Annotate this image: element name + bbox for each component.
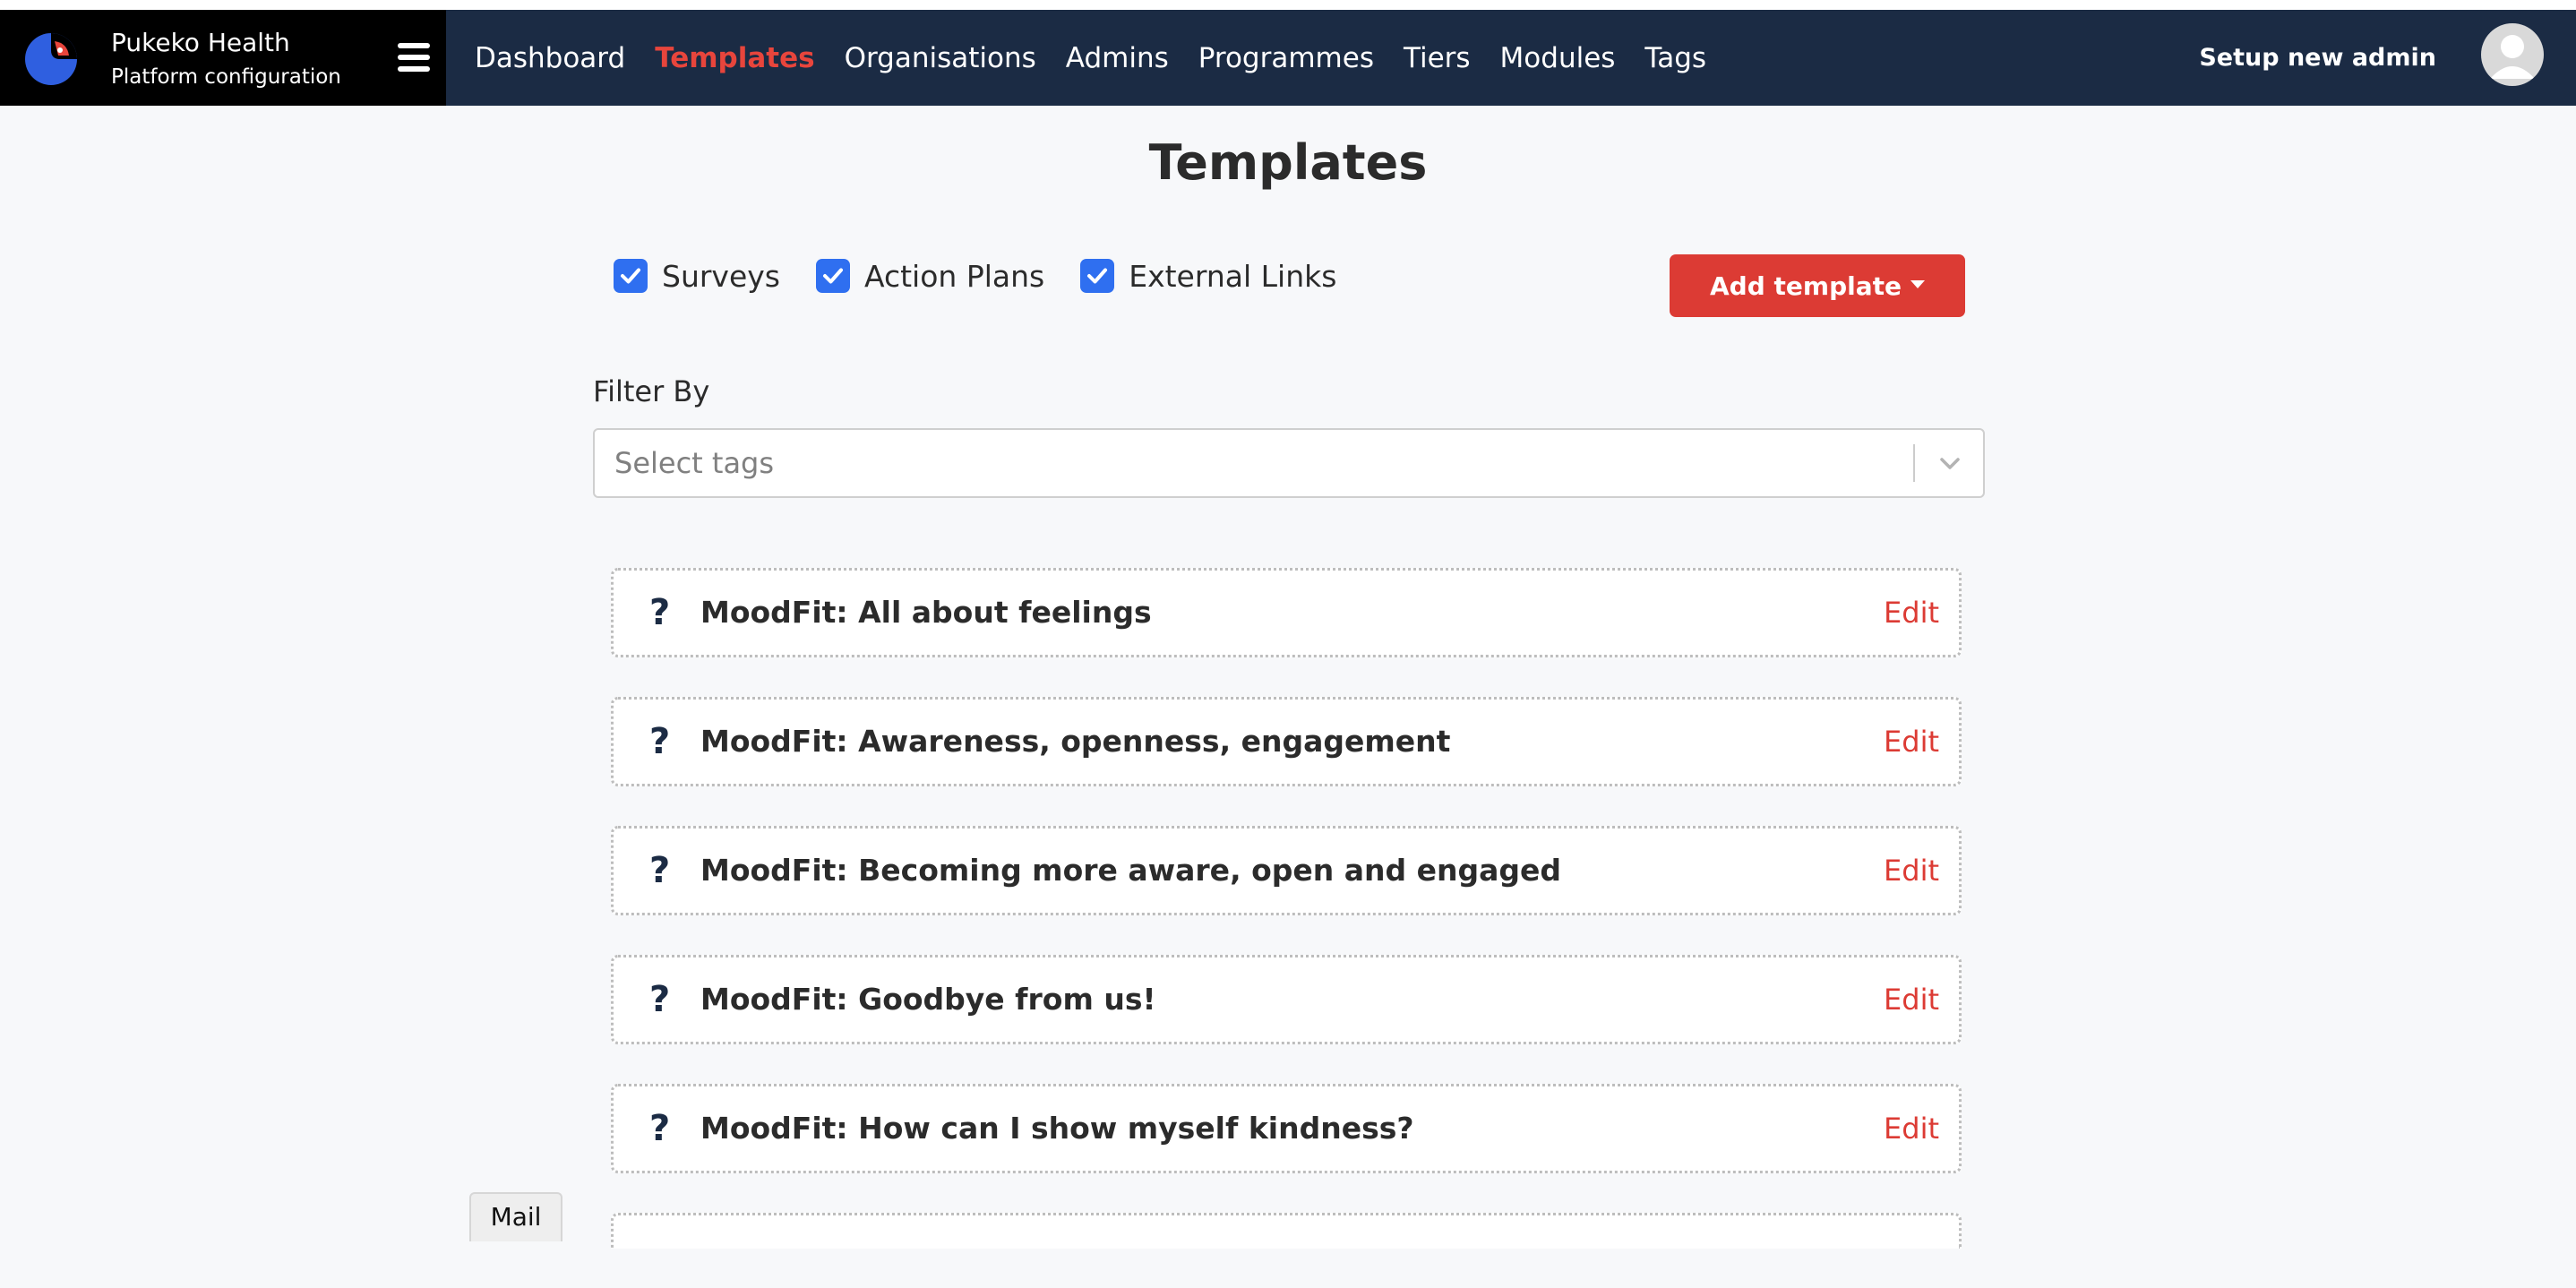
- template-title: MoodFit: Becoming more aware, open and e…: [700, 853, 1562, 888]
- template-title: MoodFit: Goodbye from us!: [700, 982, 1156, 1017]
- checkbox-checked-icon[interactable]: [815, 259, 850, 293]
- template-list-item: ? MoodFit: How can I show myself kindnes…: [611, 1084, 1962, 1173]
- template-list-item-partial: [611, 1213, 1962, 1249]
- filter-action-plans-label: Action Plans: [863, 258, 1045, 294]
- type-filter-checkboxes: Surveys Action Plans External Links: [614, 255, 1372, 296]
- edit-template-link[interactable]: Edit: [1884, 957, 1939, 1042]
- template-list-item: ? MoodFit: Awareness, openness, engageme…: [611, 697, 1962, 786]
- nav-link-tiers[interactable]: Tiers: [1404, 42, 1471, 74]
- user-avatar-icon[interactable]: [2481, 23, 2544, 86]
- brand-subtitle: Platform configuration: [111, 65, 341, 89]
- filter-action-plans-checkbox[interactable]: Action Plans: [815, 258, 1045, 294]
- nav-link-admins[interactable]: Admins: [1066, 42, 1169, 74]
- survey-question-icon: ?: [649, 592, 671, 633]
- filter-surveys-checkbox[interactable]: Surveys: [614, 259, 780, 294]
- top-strip: [0, 0, 2576, 10]
- template-list: ? MoodFit: All about feelings Edit ? Moo…: [611, 568, 1965, 1288]
- add-template-button[interactable]: Add template: [1670, 254, 1965, 317]
- add-template-label: Add template: [1710, 270, 1902, 301]
- hamburger-menu-icon[interactable]: [394, 39, 434, 75]
- survey-question-icon: ?: [649, 1108, 671, 1149]
- survey-question-icon: ?: [649, 721, 671, 762]
- template-list-item: ? MoodFit: Goodbye from us! Edit: [611, 955, 1962, 1044]
- brand-block[interactable]: Pukeko Health Platform configuration: [0, 10, 446, 106]
- nav-link-tags[interactable]: Tags: [1644, 42, 1706, 74]
- checkbox-checked-icon[interactable]: [1080, 259, 1115, 293]
- template-title: MoodFit: Awareness, openness, engagement: [700, 724, 1451, 759]
- survey-question-icon: ?: [649, 850, 671, 891]
- edit-template-link[interactable]: Edit: [1884, 571, 1939, 655]
- setup-new-admin-link[interactable]: Setup new admin: [2199, 10, 2436, 106]
- page-title: Templates: [1148, 134, 1428, 191]
- edit-template-link[interactable]: Edit: [1884, 1086, 1939, 1171]
- brand-name: Pukeko Health: [111, 28, 290, 57]
- nav-link-dashboard[interactable]: Dashboard: [475, 42, 625, 74]
- caret-down-icon: [1910, 279, 1925, 288]
- filter-by-label: Filter By: [593, 374, 710, 408]
- tag-select-placeholder: Select tags: [614, 446, 775, 480]
- nav-link-organisations[interactable]: Organisations: [845, 42, 1036, 74]
- tag-select-dropdown[interactable]: Select tags: [593, 428, 1985, 498]
- checkbox-checked-icon[interactable]: [614, 259, 648, 293]
- pukeko-logo-icon: [25, 33, 77, 85]
- template-list-item: ? MoodFit: All about feelings Edit: [611, 568, 1962, 657]
- template-title: MoodFit: All about feelings: [700, 595, 1152, 630]
- filter-surveys-label: Surveys: [662, 258, 780, 294]
- nav-link-programmes[interactable]: Programmes: [1198, 42, 1374, 74]
- template-title: MoodFit: How can I show myself kindness?: [700, 1111, 1414, 1146]
- edit-template-link[interactable]: Edit: [1884, 700, 1939, 784]
- filter-external-links-checkbox[interactable]: External Links: [1080, 259, 1336, 294]
- survey-question-icon: ?: [649, 979, 671, 1020]
- edit-template-link[interactable]: Edit: [1884, 829, 1939, 913]
- top-navbar: Pukeko Health Platform configuration Das…: [0, 10, 2576, 106]
- template-list-item: ? MoodFit: Becoming more aware, open and…: [611, 826, 1962, 915]
- main-nav: Dashboard Templates Organisations Admins…: [475, 10, 1736, 106]
- nav-link-modules[interactable]: Modules: [1500, 42, 1616, 74]
- filter-external-links-label: External Links: [1129, 258, 1337, 294]
- chevron-down-icon[interactable]: [1936, 450, 1963, 477]
- select-divider: [1913, 444, 1915, 482]
- mail-button[interactable]: Mail: [469, 1192, 562, 1241]
- nav-link-templates[interactable]: Templates: [655, 42, 814, 74]
